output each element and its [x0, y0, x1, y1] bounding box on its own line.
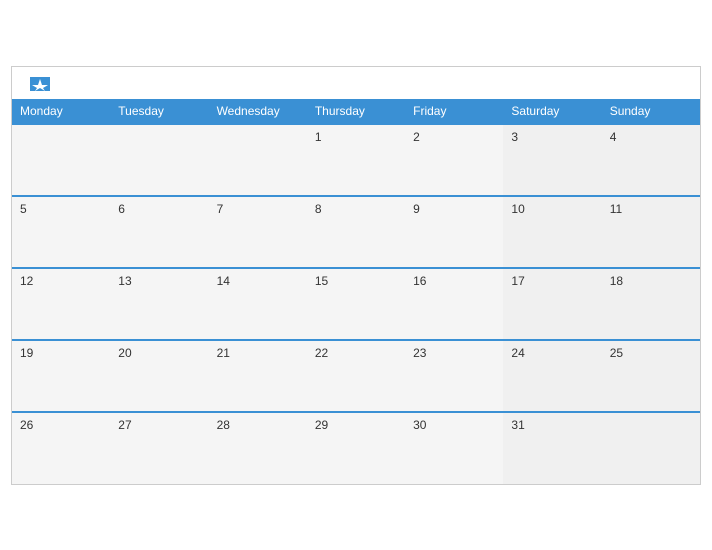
calendar-cell: 30 — [405, 412, 503, 484]
weekday-header-tuesday: Tuesday — [110, 99, 208, 124]
week-row-0: 1 2 3 4 — [12, 124, 700, 196]
day-number: 8 — [315, 202, 322, 216]
calendar-cell: 9 — [405, 196, 503, 268]
calendar-cell — [12, 124, 110, 196]
day-number: 11 — [610, 202, 622, 216]
calendar-cell: 18 — [602, 268, 700, 340]
calendar-cell: 7 — [209, 196, 307, 268]
day-number: 19 — [20, 346, 33, 360]
day-number: 21 — [217, 346, 230, 360]
day-number: 26 — [20, 418, 33, 432]
week-row-4: 26 27 28 29 30 31 — [12, 412, 700, 484]
day-number: 17 — [511, 274, 524, 288]
calendar-cell: 29 — [307, 412, 405, 484]
weekday-header-thursday: Thursday — [307, 99, 405, 124]
calendar-cell — [110, 124, 208, 196]
calendar-header — [12, 67, 700, 99]
day-number: 28 — [217, 418, 230, 432]
day-number: 7 — [217, 202, 224, 216]
calendar-cell: 6 — [110, 196, 208, 268]
calendar-cell: 23 — [405, 340, 503, 412]
calendar-cell: 5 — [12, 196, 110, 268]
day-number: 31 — [511, 418, 524, 432]
day-number: 25 — [610, 346, 623, 360]
calendar-cell: 16 — [405, 268, 503, 340]
calendar-cell: 14 — [209, 268, 307, 340]
calendar-cell: 24 — [503, 340, 601, 412]
day-number: 3 — [511, 130, 518, 144]
calendar-cell: 3 — [503, 124, 601, 196]
day-number: 30 — [413, 418, 426, 432]
calendar-cell: 28 — [209, 412, 307, 484]
calendar-cell: 4 — [602, 124, 700, 196]
calendar-cell: 15 — [307, 268, 405, 340]
day-number: 15 — [315, 274, 328, 288]
day-number: 4 — [610, 130, 617, 144]
day-number: 14 — [217, 274, 230, 288]
week-row-1: 5 6 7 8 9 10 11 — [12, 196, 700, 268]
day-number: 2 — [413, 130, 420, 144]
day-number: 5 — [20, 202, 27, 216]
calendar-cell: 25 — [602, 340, 700, 412]
calendar-table: MondayTuesdayWednesdayThursdayFridaySatu… — [12, 99, 700, 484]
weekday-header-sunday: Sunday — [602, 99, 700, 124]
calendar-cell: 2 — [405, 124, 503, 196]
calendar-cell: 27 — [110, 412, 208, 484]
day-number: 23 — [413, 346, 426, 360]
day-number: 29 — [315, 418, 328, 432]
day-number: 16 — [413, 274, 426, 288]
week-row-2: 12 13 14 15 16 17 18 — [12, 268, 700, 340]
calendar-cell: 10 — [503, 196, 601, 268]
logo-flag-icon — [30, 77, 50, 91]
calendar-cell: 8 — [307, 196, 405, 268]
calendar-container: MondayTuesdayWednesdayThursdayFridaySatu… — [11, 66, 701, 485]
day-number: 18 — [610, 274, 623, 288]
day-number: 20 — [118, 346, 131, 360]
day-number: 12 — [20, 274, 33, 288]
day-number: 6 — [118, 202, 125, 216]
calendar-cell — [209, 124, 307, 196]
day-number: 13 — [118, 274, 131, 288]
weekday-header-friday: Friday — [405, 99, 503, 124]
week-row-3: 19 20 21 22 23 24 25 — [12, 340, 700, 412]
weekday-header-wednesday: Wednesday — [209, 99, 307, 124]
calendar-cell: 22 — [307, 340, 405, 412]
calendar-cell: 21 — [209, 340, 307, 412]
day-number: 27 — [118, 418, 131, 432]
calendar-cell: 1 — [307, 124, 405, 196]
logo — [28, 77, 52, 91]
day-number: 22 — [315, 346, 328, 360]
calendar-cell: 26 — [12, 412, 110, 484]
day-number: 1 — [315, 130, 322, 144]
weekday-header-monday: Monday — [12, 99, 110, 124]
day-number: 24 — [511, 346, 524, 360]
calendar-cell: 20 — [110, 340, 208, 412]
day-number: 10 — [511, 202, 524, 216]
day-number: 9 — [413, 202, 420, 216]
calendar-cell: 17 — [503, 268, 601, 340]
weekday-header-saturday: Saturday — [503, 99, 601, 124]
calendar-cell: 19 — [12, 340, 110, 412]
calendar-cell: 11 — [602, 196, 700, 268]
calendar-cell: 31 — [503, 412, 601, 484]
weekday-header-row: MondayTuesdayWednesdayThursdayFridaySatu… — [12, 99, 700, 124]
calendar-cell — [602, 412, 700, 484]
calendar-cell: 12 — [12, 268, 110, 340]
calendar-cell: 13 — [110, 268, 208, 340]
